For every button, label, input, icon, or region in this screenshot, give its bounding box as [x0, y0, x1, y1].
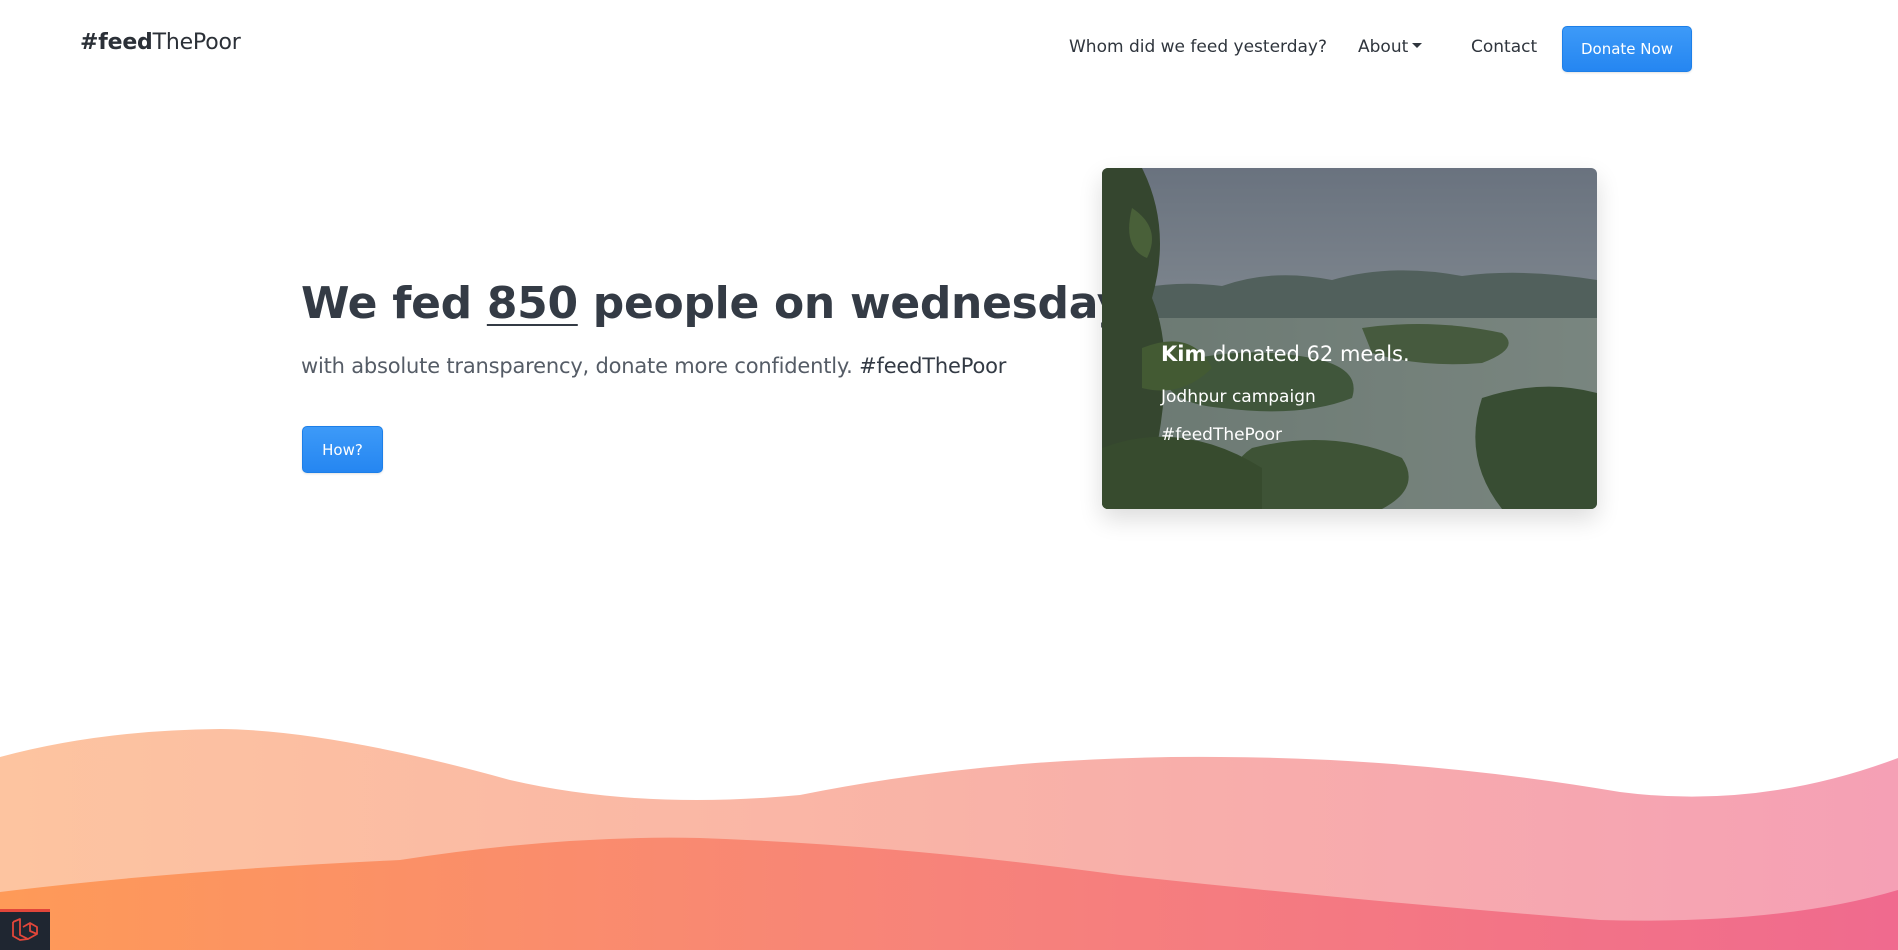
nav-link-whom-did-we-feed[interactable]: Whom did we feed yesterday?	[1069, 37, 1327, 57]
donation-card: Kim donated 62 meals. Jodhpur campaign #…	[1102, 168, 1597, 509]
donate-now-button[interactable]: Donate Now	[1562, 26, 1692, 72]
laravel-debug-badge[interactable]	[0, 909, 50, 950]
page: #feedThePoor Whom did we feed yesterday?…	[0, 0, 1898, 950]
how-button[interactable]: How?	[302, 426, 383, 473]
hero-title: We fed 850 people on wednesday.	[301, 278, 1138, 329]
navbar: #feedThePoor Whom did we feed yesterday?…	[0, 0, 1898, 98]
nav-link-contact[interactable]: Contact	[1471, 37, 1537, 57]
card-title: Kim donated 62 meals.	[1161, 342, 1410, 366]
brand-rest: ThePoor	[152, 30, 241, 55]
nav-dropdown-about[interactable]: About	[1358, 37, 1423, 57]
donor-name: Kim	[1161, 342, 1207, 366]
donation-text: donated 62 meals.	[1206, 342, 1410, 366]
nav-about-label: About	[1358, 37, 1409, 57]
caret-down-icon	[1412, 42, 1423, 48]
hero-subtitle-hashtag: #feedThePoor	[859, 354, 1007, 378]
hero-title-prefix: We fed	[301, 278, 487, 329]
brand-bold: #feed	[80, 30, 153, 55]
card-hashtag: #feedThePoor	[1161, 425, 1282, 445]
footer-waves	[0, 729, 1898, 950]
fed-count: 850	[486, 278, 578, 329]
card-overlay	[1102, 168, 1597, 509]
brand-logo[interactable]: #feedThePoor	[80, 30, 241, 55]
hero-subtitle-text: with absolute transparency, donate more …	[301, 354, 860, 378]
card-campaign: Jodhpur campaign	[1161, 387, 1316, 407]
hero-subtitle: with absolute transparency, donate more …	[301, 354, 1006, 378]
hero-title-suffix: people on wednesday.	[577, 278, 1138, 329]
laravel-icon	[12, 918, 38, 941]
